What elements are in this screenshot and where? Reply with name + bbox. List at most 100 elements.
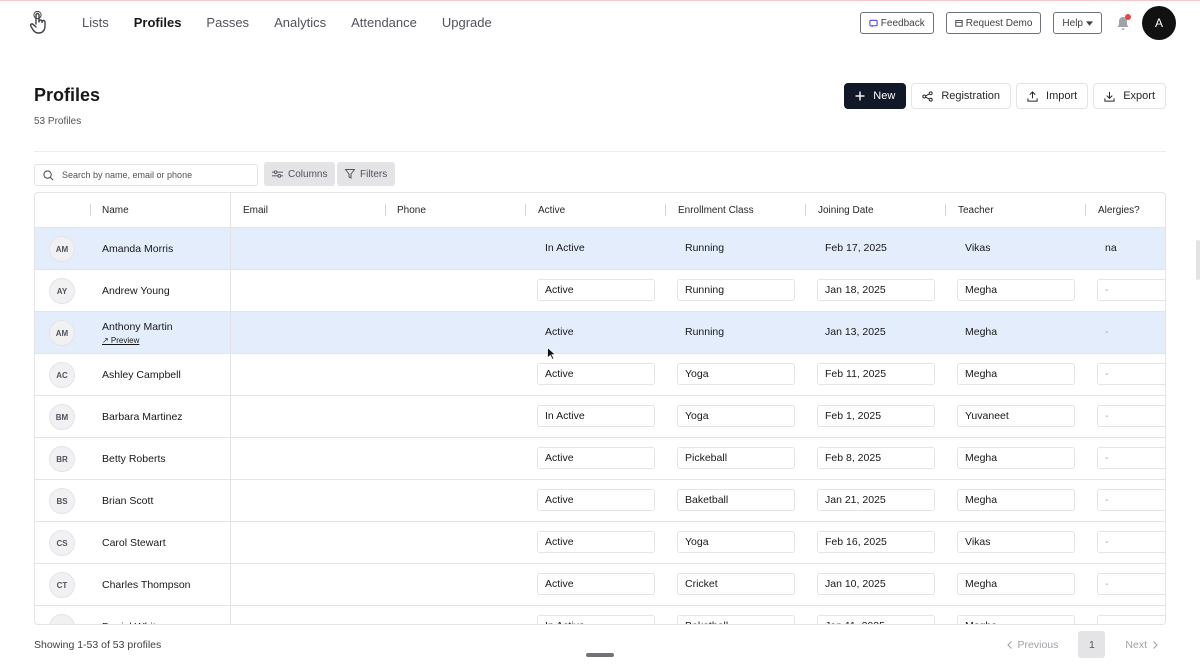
registration-button[interactable]: Registration <box>911 83 1012 109</box>
column-resize-handle[interactable] <box>805 204 806 216</box>
allergies-cell[interactable]: - <box>1097 447 1165 469</box>
active-status-cell[interactable]: Active <box>537 321 655 343</box>
joining-date-cell[interactable]: Feb 11, 2025 <box>817 363 935 385</box>
export-button[interactable]: Export <box>1093 83 1166 109</box>
table-row[interactable]: AC Ashley Campbell Active Yoga Feb 11, 2025 M… <box>35 354 1165 396</box>
next-page-button[interactable]: Next <box>1125 639 1158 651</box>
column-header-email[interactable]: Email <box>243 205 268 216</box>
column-header-enrollment-class[interactable]: Enrollment Class <box>678 205 754 216</box>
filters-button[interactable]: Filters <box>337 162 396 186</box>
table-row[interactable]: BM Barbara Martinez In Active Yoga Feb 1, 20… <box>35 396 1165 438</box>
enrollment-class-cell[interactable]: Running <box>677 237 795 259</box>
column-header-active[interactable]: Active <box>538 205 565 216</box>
enrollment-class-cell[interactable]: Running <box>677 321 795 343</box>
teacher-cell[interactable]: Yuvaneet <box>957 405 1075 427</box>
column-resize-handle[interactable] <box>665 204 666 216</box>
table-row[interactable]: DW Daniel White In Active Baketball Jan 11, … <box>35 606 1165 624</box>
table-row[interactable]: BR Betty Roberts Active Pickeball Feb 8, 202… <box>35 438 1165 480</box>
page-number-button[interactable]: 1 <box>1078 631 1106 658</box>
table-row[interactable]: AY Andrew Young Active Running Jan 18, 2025 M… <box>35 270 1165 312</box>
teacher-cell[interactable]: Megha <box>957 573 1075 595</box>
teacher-cell[interactable]: Megha <box>957 321 1075 343</box>
column-resize-handle[interactable] <box>385 204 386 216</box>
allergies-cell[interactable]: - <box>1097 489 1165 511</box>
nav-link-upgrade[interactable]: Upgrade <box>442 15 492 30</box>
joining-date-cell[interactable]: Feb 16, 2025 <box>817 531 935 553</box>
nav-link-analytics[interactable]: Analytics <box>274 15 326 30</box>
import-button[interactable]: Import <box>1016 83 1089 109</box>
table-row[interactable]: BS Brian Scott Active Baketball Jan 21, 2025… <box>35 480 1165 522</box>
allergies-cell[interactable]: - <box>1097 615 1165 624</box>
enrollment-class-cell[interactable]: Baketball <box>677 615 795 624</box>
previous-page-button[interactable]: Previous <box>1006 639 1058 651</box>
active-status-cell[interactable]: In Active <box>537 237 655 259</box>
active-status-cell[interactable]: In Active <box>537 405 655 427</box>
table-row[interactable]: CT Charles Thompson Active Cricket Jan 10, 2… <box>35 564 1165 606</box>
nav-link-attendance[interactable]: Attendance <box>351 15 417 30</box>
active-status-cell[interactable]: Active <box>537 447 655 469</box>
joining-date-cell[interactable]: Jan 21, 2025 <box>817 489 935 511</box>
active-status-cell[interactable]: Active <box>537 573 655 595</box>
allergies-cell[interactable]: - <box>1097 363 1165 385</box>
enrollment-class-cell[interactable]: Yoga <box>677 363 795 385</box>
column-header-allergies[interactable]: Alergies? <box>1098 205 1140 216</box>
enrollment-class-cell[interactable]: Yoga <box>677 405 795 427</box>
joining-date-cell[interactable]: Feb 17, 2025 <box>817 237 935 259</box>
teacher-cell[interactable]: Megha <box>957 447 1075 469</box>
profile-name[interactable]: Andrew Young <box>102 285 170 297</box>
columns-button[interactable]: Columns <box>264 162 336 186</box>
new-button[interactable]: New <box>844 83 907 109</box>
column-resize-handle[interactable] <box>1085 204 1086 216</box>
active-status-cell[interactable]: Active <box>537 531 655 553</box>
preview-link[interactable]: ↗ Preview <box>102 336 139 345</box>
allergies-cell[interactable]: - <box>1097 321 1165 343</box>
profile-name[interactable]: Ashley Campbell <box>102 369 181 381</box>
enrollment-class-cell[interactable]: Pickeball <box>677 447 795 469</box>
profile-name[interactable]: Anthony Martin <box>102 321 173 333</box>
column-header-name[interactable]: Name <box>102 205 129 216</box>
enrollment-class-cell[interactable]: Baketball <box>677 489 795 511</box>
teacher-cell[interactable]: Megha <box>957 615 1075 624</box>
teacher-cell[interactable]: Megha <box>957 489 1075 511</box>
column-resize-handle[interactable] <box>90 204 91 216</box>
nav-link-profiles[interactable]: Profiles <box>134 15 182 30</box>
allergies-cell[interactable]: - <box>1097 573 1165 595</box>
help-dropdown[interactable]: Help <box>1053 12 1102 34</box>
profile-name[interactable]: Barbara Martinez <box>102 411 183 423</box>
request-demo-button[interactable]: Request Demo <box>945 12 1042 34</box>
side-panel-handle[interactable] <box>1196 240 1200 280</box>
joining-date-cell[interactable]: Jan 13, 2025 <box>817 321 935 343</box>
table-row[interactable]: CS Carol Stewart Active Yoga Feb 16, 2025 Vik… <box>35 522 1165 564</box>
nav-link-lists[interactable]: Lists <box>82 15 109 30</box>
joining-date-cell[interactable]: Jan 18, 2025 <box>817 279 935 301</box>
profile-name[interactable]: Daniel White <box>102 621 162 624</box>
allergies-cell[interactable]: - <box>1097 279 1165 301</box>
enrollment-class-cell[interactable]: Cricket <box>677 573 795 595</box>
column-header-teacher[interactable]: Teacher <box>958 205 994 216</box>
teacher-cell[interactable]: Megha <box>957 279 1075 301</box>
feedback-button[interactable]: Feedback <box>859 12 934 34</box>
profile-name[interactable]: Charles Thompson <box>102 579 191 591</box>
drag-handle[interactable] <box>586 653 614 657</box>
active-status-cell[interactable]: Active <box>537 489 655 511</box>
column-resize-handle[interactable] <box>945 204 946 216</box>
allergies-cell[interactable]: - <box>1097 405 1165 427</box>
profile-name[interactable]: Betty Roberts <box>102 453 166 465</box>
table-row[interactable]: AM Anthony Martin ↗ Preview Active Running Ja… <box>35 312 1165 354</box>
active-status-cell[interactable]: In Active <box>537 615 655 624</box>
joining-date-cell[interactable]: Feb 1, 2025 <box>817 405 935 427</box>
teacher-cell[interactable]: Vikas <box>957 531 1075 553</box>
column-resize-handle[interactable] <box>525 204 526 216</box>
profile-name[interactable]: Brian Scott <box>102 495 153 507</box>
active-status-cell[interactable]: Active <box>537 279 655 301</box>
notifications-bell-icon[interactable] <box>1114 14 1132 32</box>
enrollment-class-cell[interactable]: Yoga <box>677 531 795 553</box>
column-header-joining-date[interactable]: Joining Date <box>818 205 874 216</box>
search-input[interactable] <box>62 170 242 180</box>
joining-date-cell[interactable]: Jan 11, 2025 <box>817 615 935 624</box>
logo-hand-icon[interactable] <box>28 10 50 36</box>
profile-name[interactable]: Carol Stewart <box>102 537 166 549</box>
joining-date-cell[interactable]: Jan 10, 2025 <box>817 573 935 595</box>
column-header-phone[interactable]: Phone <box>397 205 426 216</box>
table-row[interactable]: AM Amanda Morris In Active Running Feb 17, 2… <box>35 228 1165 270</box>
